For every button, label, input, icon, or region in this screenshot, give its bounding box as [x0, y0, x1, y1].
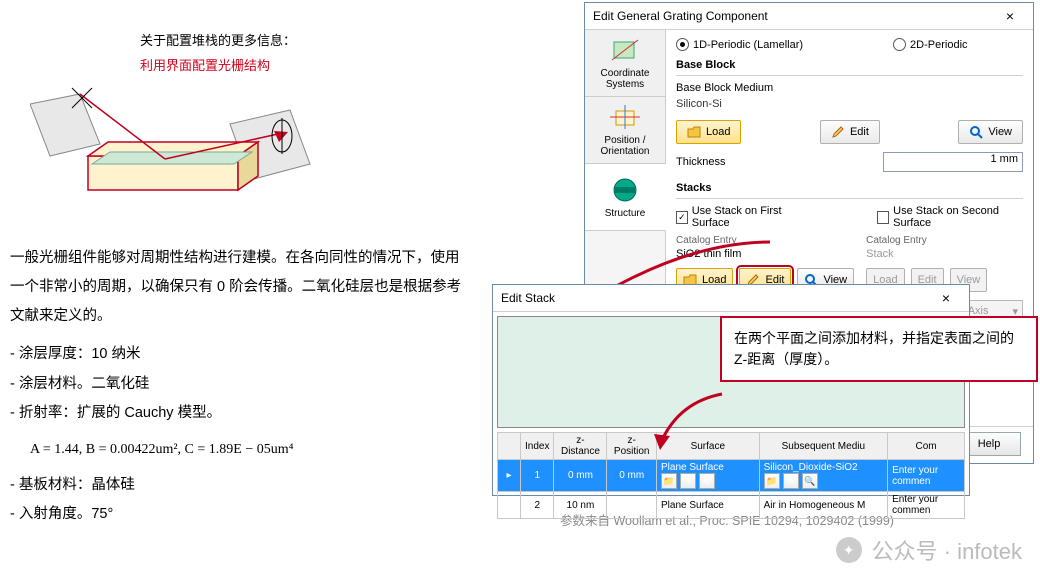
pencil-icon[interactable]: ✎ — [783, 473, 799, 489]
radio-1d-periodic[interactable]: 1D-Periodic (Lamellar) — [676, 38, 803, 51]
table-row[interactable]: ▸ 1 0 mm 0 mm Plane Surface 📁✎⚙ Silicon_… — [498, 460, 965, 492]
tab-position-orientation[interactable]: Position / Orientation — [585, 97, 665, 164]
load-button[interactable]: Load — [676, 120, 741, 144]
table-row[interactable]: 2 10 nm Plane Surface Air in Homogeneous… — [498, 492, 965, 519]
edit-medium-button[interactable]: Edit — [820, 120, 880, 144]
medium-label: Base Block Medium — [676, 82, 1023, 94]
col-index[interactable]: Index — [521, 433, 554, 460]
stacks-heading: Stacks — [676, 182, 1023, 194]
col-zdistance[interactable]: z-Distance — [554, 433, 607, 460]
thickness-input[interactable]: 1 mm — [883, 152, 1023, 172]
checkbox-first-surface[interactable]: ✓Use Stack on First Surface — [676, 205, 807, 229]
base-block-heading: Base Block — [676, 59, 1023, 71]
tab-coordinate-systems[interactable]: Coordinate Systems — [585, 30, 665, 97]
col-medium[interactable]: Subsequent Mediu — [759, 433, 887, 460]
medium-value: Silicon-Si — [676, 98, 1023, 110]
callout-box: 在两个平面之间添加材料，并指定表面之间的 Z-距离（厚度）。 — [720, 316, 1038, 382]
grating-diagram — [30, 84, 320, 214]
dialog-title: Edit General Grating Component — [593, 3, 768, 29]
search-icon[interactable]: 🔍 — [802, 473, 818, 489]
tab-structure[interactable]: Structure — [585, 164, 666, 231]
view-medium-button[interactable]: View — [958, 120, 1023, 144]
col-comment[interactable]: Com — [888, 433, 965, 460]
watermark: ✦ 公众号 · infotek — [836, 534, 1022, 566]
cauchy-formula: A = 1.44, B = 0.00422um², C = 1.89E − 05… — [30, 442, 470, 458]
close-icon[interactable]: × — [995, 3, 1025, 29]
tools-icon[interactable]: ⚙ — [699, 473, 715, 489]
bullet-material: - 涂层材料。二氧化硅 — [10, 371, 470, 399]
close-icon[interactable]: × — [931, 285, 961, 311]
thickness-label: Thickness — [676, 156, 726, 168]
checkbox-second-surface[interactable]: Use Stack on Second Surface — [877, 205, 1023, 229]
radio-2d-periodic[interactable]: 2D-Periodic — [893, 38, 967, 51]
red-text: 利用界面配置光栅结构 — [140, 55, 470, 74]
edit-stack-title: Edit Stack — [501, 285, 555, 311]
stack-table: Index z-Distance z-Position Surface Subs… — [497, 432, 965, 519]
bullet-substrate: - 基板材料：晶体硅 — [10, 472, 470, 500]
wechat-icon: ✦ — [836, 537, 862, 563]
stack-label-right: Stack — [866, 248, 1023, 262]
bullet-refractive: - 折射率：扩展的 Cauchy 模型。 — [10, 400, 470, 428]
folder-icon[interactable]: 📁 — [764, 473, 780, 489]
folder-icon[interactable]: 📁 — [661, 473, 677, 489]
pencil-icon[interactable]: ✎ — [680, 473, 696, 489]
bullet-thickness: - 涂层厚度：10 纳米 — [10, 341, 470, 369]
description-paragraph: 一般光栅组件能够对周期性结构进行建模。在各向同性的情况下，使用一个非常小的周期，… — [10, 244, 470, 331]
catalog-label-right: Catalog Entry — [866, 235, 1023, 246]
bullet-angle: - 入射角度。75° — [10, 501, 470, 529]
info-text: 关于配置堆栈的更多信息： — [140, 30, 470, 49]
